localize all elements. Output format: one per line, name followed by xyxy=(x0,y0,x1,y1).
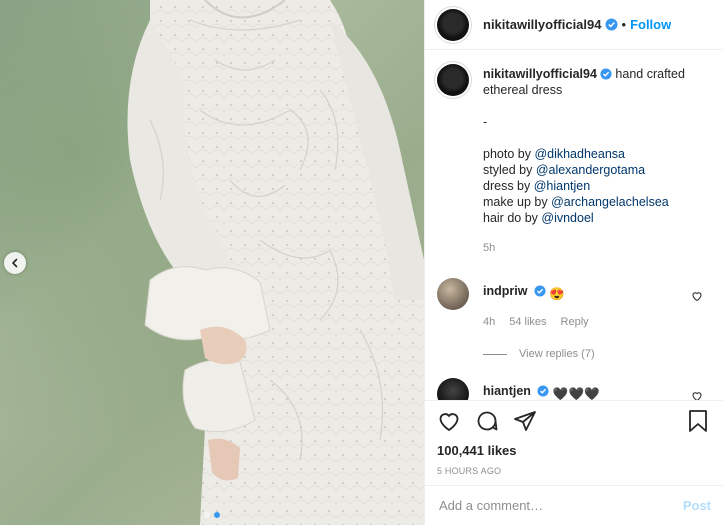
verified-badge-icon xyxy=(537,385,549,397)
bookmark-icon xyxy=(689,410,707,432)
post-side-panel: nikitawillyofficial94 • Follow nikitawil… xyxy=(424,0,723,525)
posted-time[interactable]: 5 HOURS AGO xyxy=(437,466,711,476)
mention-link[interactable]: @ivndoel xyxy=(541,211,593,225)
credit-line: hair do by @ivndoel xyxy=(483,210,685,226)
comment-input[interactable] xyxy=(439,498,683,513)
comment-text: 🖤🖤🖤 xyxy=(552,387,600,400)
caption-dash: - xyxy=(483,115,488,129)
comment-button[interactable] xyxy=(475,409,499,433)
chevron-left-icon xyxy=(12,258,18,268)
follow-button[interactable]: Follow xyxy=(630,17,671,32)
comment-username[interactable]: indpriw xyxy=(483,284,527,298)
credit-prefix: dress by xyxy=(483,179,534,193)
verified-badge-icon xyxy=(600,68,612,80)
avatar[interactable] xyxy=(437,8,469,41)
divider xyxy=(483,353,507,355)
heart-icon[interactable] xyxy=(691,290,703,302)
share-button[interactable] xyxy=(513,409,537,433)
avatar[interactable] xyxy=(437,278,469,310)
comment-bubble-icon xyxy=(477,411,498,431)
comment-username[interactable]: hiantjen xyxy=(483,384,531,398)
credit-prefix: make up by xyxy=(483,195,552,209)
likes-count[interactable]: 100,441 likes xyxy=(437,443,711,458)
lace-dress-illustration xyxy=(127,0,424,525)
save-button[interactable] xyxy=(687,409,709,433)
avatar[interactable] xyxy=(437,378,469,400)
comment-item: indpriw 😍 4h 54 likes Reply xyxy=(437,278,707,328)
credit-line: photo by @dikhadheansa xyxy=(483,146,685,162)
view-replies-button[interactable]: View replies (7) xyxy=(483,348,707,360)
comments-area[interactable]: nikitawillyofficial94 hand crafted ether… xyxy=(425,60,723,400)
caption-text: hand crafted xyxy=(615,67,685,81)
carousel-dot xyxy=(204,512,210,518)
like-button[interactable] xyxy=(437,409,461,433)
view-replies-label: View replies (7) xyxy=(519,348,595,360)
caption-body: nikitawillyofficial94 hand crafted ether… xyxy=(483,60,685,256)
mention-link[interactable]: @alexandergotama xyxy=(536,163,645,177)
credit-prefix: photo by xyxy=(483,147,535,161)
comment-body: indpriw 😍 4h 54 likes Reply xyxy=(483,278,589,328)
credits-list: photo by @dikhadheansa styled by @alexan… xyxy=(483,146,685,226)
credit-line: styled by @alexandergotama xyxy=(483,162,685,178)
comment-item: hiantjen 🖤🖤🖤 xyxy=(437,378,707,400)
comment-body: hiantjen 🖤🖤🖤 xyxy=(483,378,600,400)
caption-text-second: ethereal dress xyxy=(483,83,563,97)
mention-link[interactable]: @hiantjen xyxy=(534,179,590,193)
action-icons xyxy=(437,407,711,435)
carousel-dots xyxy=(0,512,424,518)
mention-link[interactable]: @dikhadheansa xyxy=(534,147,625,161)
comment-likes[interactable]: 54 likes xyxy=(509,316,546,328)
verified-badge-icon xyxy=(605,18,617,31)
verified-badge-icon xyxy=(534,285,546,297)
separator-dot: • xyxy=(621,17,627,32)
caption-time[interactable]: 5h xyxy=(483,240,685,256)
post-actions: 100,441 likes 5 HOURS AGO xyxy=(425,400,723,476)
reply-button[interactable]: Reply xyxy=(561,316,589,328)
header-username[interactable]: nikitawillyofficial94 xyxy=(483,17,602,32)
paper-plane-icon xyxy=(514,411,536,431)
credit-prefix: styled by xyxy=(483,163,536,177)
caption-username[interactable]: nikitawillyofficial94 xyxy=(483,67,597,81)
credit-prefix: hair do by xyxy=(483,211,542,225)
heart-icon xyxy=(439,413,459,432)
mention-link[interactable]: @archangelachelsea xyxy=(551,195,669,209)
heart-icon[interactable] xyxy=(691,390,703,400)
credit-line: make up by @archangelachelsea xyxy=(483,194,685,210)
post-comment-button[interactable]: Post xyxy=(683,498,711,513)
comment-time[interactable]: 4h xyxy=(483,316,495,328)
credit-line: dress by @hiantjen xyxy=(483,178,685,194)
carousel-dot-active xyxy=(214,512,220,518)
add-comment-bar: Post xyxy=(425,485,723,525)
carousel-prev-button[interactable] xyxy=(4,252,26,274)
caption: nikitawillyofficial94 hand crafted ether… xyxy=(437,60,707,256)
comment-text: 😍 xyxy=(549,287,565,301)
post-header: nikitawillyofficial94 • Follow xyxy=(425,0,723,50)
comment-meta: 4h 54 likes Reply xyxy=(483,316,589,328)
post-photo[interactable] xyxy=(0,0,424,525)
avatar[interactable] xyxy=(437,64,469,96)
